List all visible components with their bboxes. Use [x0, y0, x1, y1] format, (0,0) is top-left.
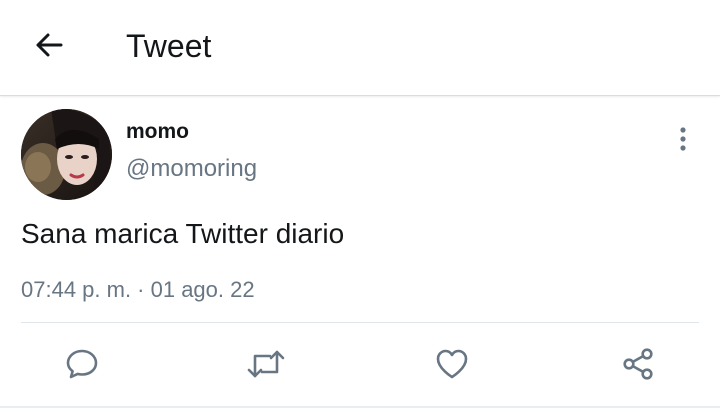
retweet-icon — [246, 346, 286, 387]
more-vertical-icon — [678, 126, 688, 157]
page-title: Tweet — [126, 28, 212, 64]
tweet-timestamp: 07:44 p. m. · 01 ago. 22 — [21, 277, 255, 302]
arrow-left-icon — [33, 29, 65, 66]
share-icon — [620, 346, 656, 387]
author-handle[interactable]: @momoring — [126, 155, 257, 183]
reply-button[interactable] — [60, 344, 104, 388]
like-button[interactable] — [430, 344, 474, 388]
reply-icon — [64, 346, 100, 387]
heart-icon — [434, 346, 470, 387]
retweet-button[interactable] — [244, 344, 288, 388]
divider — [0, 406, 720, 408]
back-button[interactable] — [26, 24, 72, 70]
share-button[interactable] — [616, 344, 660, 388]
top-app-bar: Tweet — [0, 0, 720, 96]
avatar[interactable] — [21, 109, 112, 200]
divider — [21, 322, 699, 323]
author-display-name[interactable]: momo — [126, 119, 189, 145]
more-options-button[interactable] — [664, 122, 702, 160]
tweet-text: Sana marica Twitter diario — [21, 218, 345, 249]
